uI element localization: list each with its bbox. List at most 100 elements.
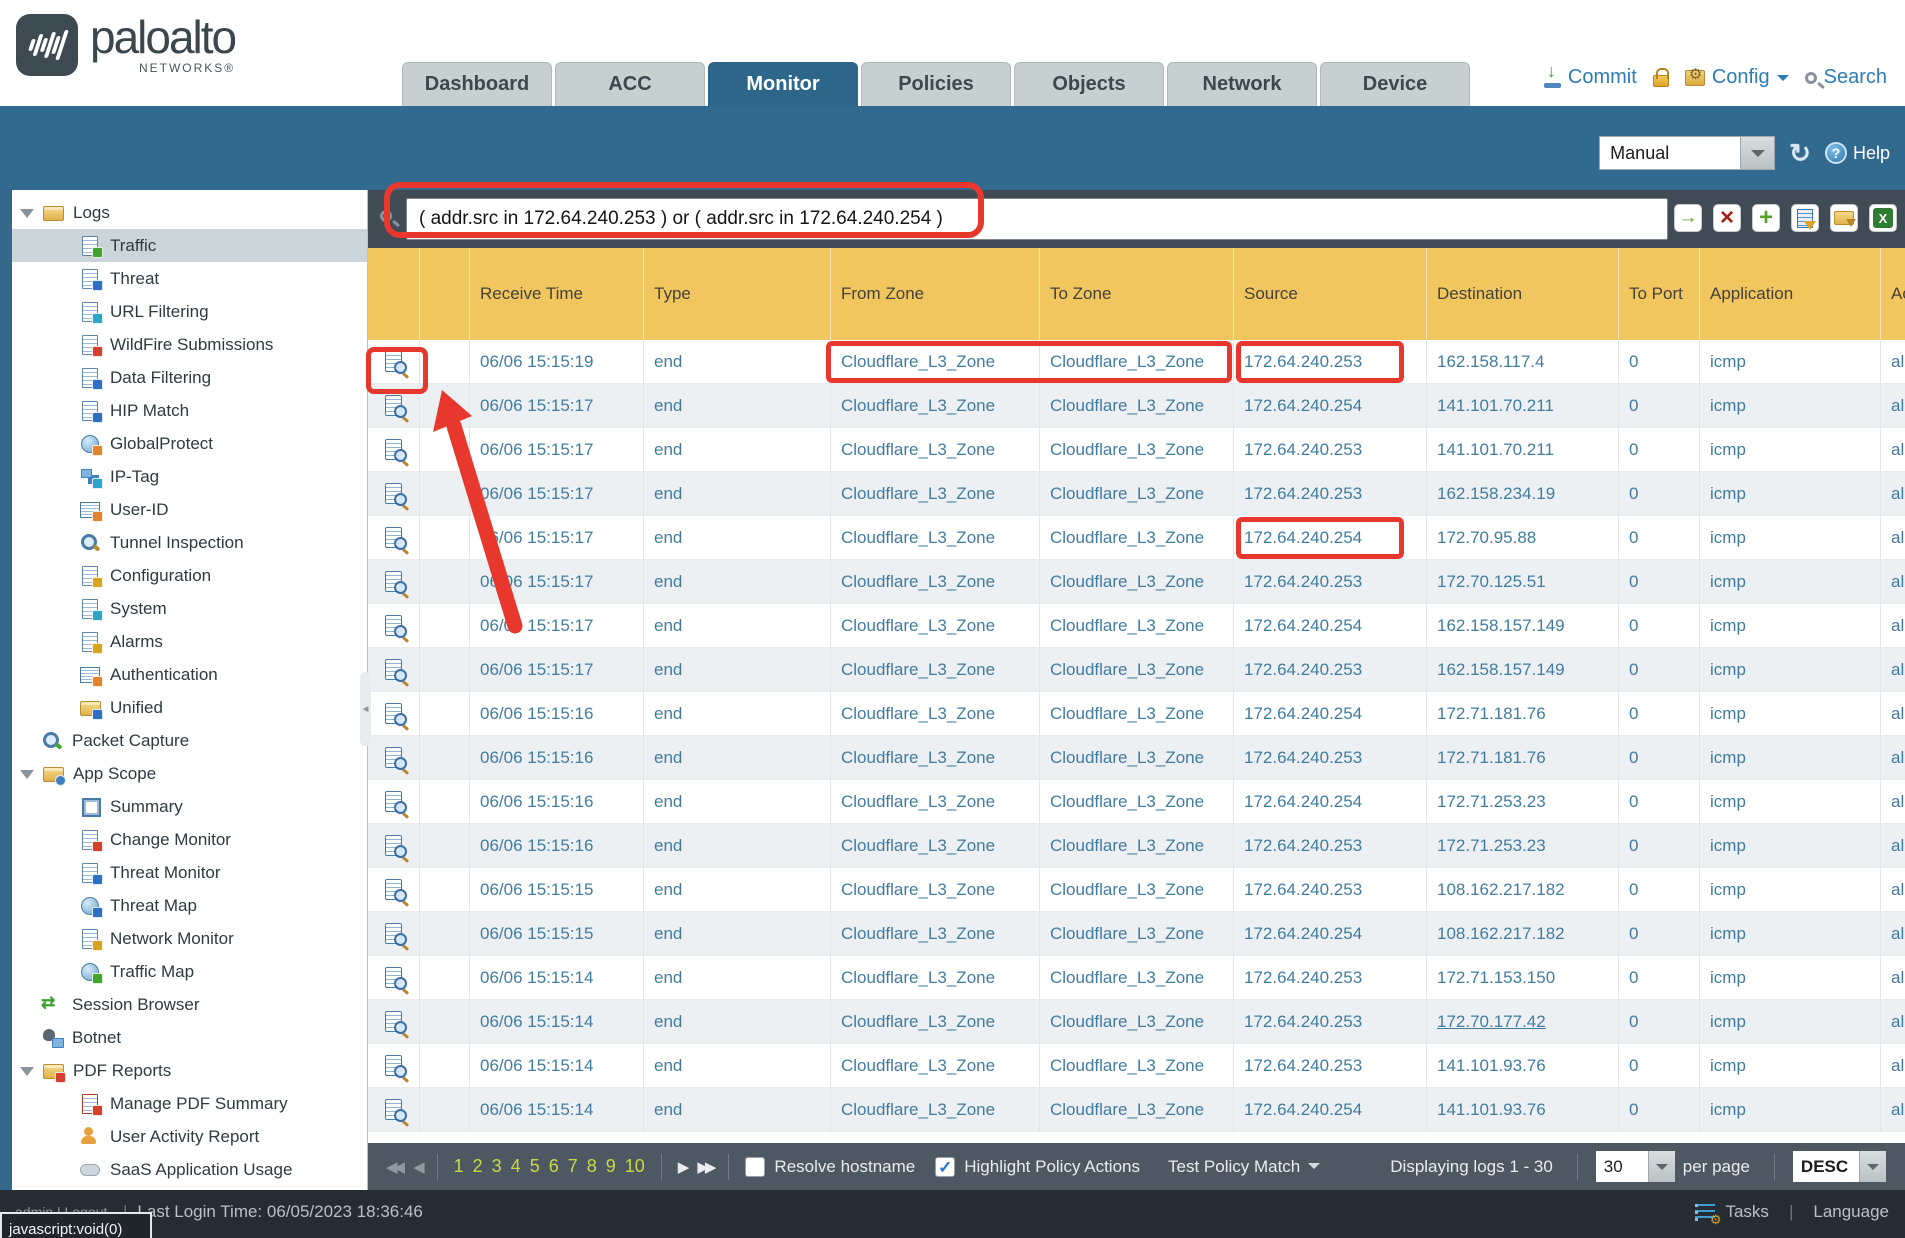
log-detail-icon[interactable] xyxy=(385,1099,402,1120)
cell-application[interactable]: icmp xyxy=(1700,736,1881,780)
cell-from-zone[interactable]: Cloudflare_L3_Zone xyxy=(831,780,1040,824)
language-button[interactable]: Language xyxy=(1813,1202,1889,1222)
page-number-1[interactable]: 1 xyxy=(454,1156,464,1177)
cell-from-zone[interactable]: Cloudflare_L3_Zone xyxy=(831,560,1040,604)
cell-destination[interactable]: 162.158.234.19 xyxy=(1427,472,1619,516)
cell-destination[interactable]: 141.101.70.211 xyxy=(1427,428,1619,472)
cell-source[interactable]: 172.64.240.253 xyxy=(1234,868,1427,912)
column-header-source[interactable]: Source xyxy=(1234,248,1427,340)
sidebar-collapse-handle[interactable]: ◄ xyxy=(360,672,371,746)
cell-source[interactable]: 172.64.240.253 xyxy=(1234,472,1427,516)
sidebar-item-threat[interactable]: Threat xyxy=(12,262,367,295)
cell-application[interactable]: icmp xyxy=(1700,1044,1881,1088)
cell-from-zone[interactable]: Cloudflare_L3_Zone xyxy=(831,648,1040,692)
clear-filter-icon[interactable] xyxy=(1713,204,1741,232)
cell-source[interactable]: 172.64.240.254 xyxy=(1234,516,1427,560)
test-policy-match-button[interactable]: Test Policy Match xyxy=(1168,1157,1320,1177)
cell-from-zone[interactable]: Cloudflare_L3_Zone xyxy=(831,340,1040,384)
page-number-6[interactable]: 6 xyxy=(549,1156,559,1177)
sidebar-item-unified[interactable]: Unified xyxy=(12,691,367,724)
refresh-mode-dropdown-icon[interactable] xyxy=(1741,136,1775,170)
cell-application[interactable]: icmp xyxy=(1700,1088,1881,1132)
cell-source[interactable]: 172.64.240.254 xyxy=(1234,1088,1427,1132)
expand-triangle-icon[interactable] xyxy=(20,770,34,786)
column-header-destination[interactable]: Destination xyxy=(1427,248,1619,340)
log-detail-icon[interactable] xyxy=(385,659,402,680)
column-header-application[interactable]: Application xyxy=(1700,248,1881,340)
cell-from-zone[interactable]: Cloudflare_L3_Zone xyxy=(831,384,1040,428)
export-to-csv-icon[interactable] xyxy=(1869,204,1897,232)
refresh-icon[interactable]: ↻ xyxy=(1789,140,1811,166)
sidebar-item-network-monitor[interactable]: Network Monitor xyxy=(12,922,367,955)
cell-destination[interactable]: 172.71.181.76 xyxy=(1427,736,1619,780)
sidebar-item-traffic[interactable]: Traffic xyxy=(12,229,367,262)
column-header-type[interactable]: Type xyxy=(644,248,831,340)
cell-application[interactable]: icmp xyxy=(1700,560,1881,604)
sidebar-item-saas-application-usage[interactable]: SaaS Application Usage xyxy=(12,1153,367,1186)
cell-application[interactable]: icmp xyxy=(1700,1000,1881,1044)
cell-application[interactable]: icmp xyxy=(1700,912,1881,956)
cell-destination[interactable]: 172.70.177.42 xyxy=(1427,1000,1619,1044)
cell-to-zone[interactable]: Cloudflare_L3_Zone xyxy=(1040,868,1234,912)
page-number-4[interactable]: 4 xyxy=(511,1156,521,1177)
cell-destination[interactable]: 172.71.253.23 xyxy=(1427,780,1619,824)
cell-from-zone[interactable]: Cloudflare_L3_Zone xyxy=(831,868,1040,912)
add-filter-icon[interactable] xyxy=(1752,204,1780,232)
cell-destination[interactable]: 172.70.95.88 xyxy=(1427,516,1619,560)
sidebar-item-url-filtering[interactable]: URL Filtering xyxy=(12,295,367,328)
cell-to-zone[interactable]: Cloudflare_L3_Zone xyxy=(1040,1044,1234,1088)
sidebar-item-packet-capture[interactable]: Packet Capture xyxy=(12,724,367,757)
cell-from-zone[interactable]: Cloudflare_L3_Zone xyxy=(831,428,1040,472)
tab-objects[interactable]: Objects xyxy=(1014,62,1164,106)
cell-source[interactable]: 172.64.240.254 xyxy=(1234,780,1427,824)
sidebar-item-tunnel-inspection[interactable]: Tunnel Inspection xyxy=(12,526,367,559)
cell-source[interactable]: 172.64.240.253 xyxy=(1234,824,1427,868)
expand-triangle-icon[interactable] xyxy=(20,1067,34,1083)
page-number-10[interactable]: 10 xyxy=(625,1156,645,1177)
sidebar-item-ip-tag[interactable]: IP-Tag xyxy=(12,460,367,493)
load-filter-icon[interactable] xyxy=(1830,204,1858,232)
cell-application[interactable]: icmp xyxy=(1700,428,1881,472)
cell-destination[interactable]: 108.162.217.182 xyxy=(1427,912,1619,956)
log-detail-icon[interactable] xyxy=(385,835,402,856)
refresh-mode-select[interactable]: Manual xyxy=(1599,136,1775,170)
log-detail-icon[interactable] xyxy=(385,571,402,592)
sidebar-item-configuration[interactable]: Configuration xyxy=(12,559,367,592)
sidebar-item-app-scope[interactable]: App Scope xyxy=(12,757,367,790)
last-page-icon[interactable]: ▶▶ xyxy=(697,1158,712,1176)
sidebar-item-session-browser[interactable]: Session Browser xyxy=(12,988,367,1021)
sidebar-item-change-monitor[interactable]: Change Monitor xyxy=(12,823,367,856)
cell-from-zone[interactable]: Cloudflare_L3_Zone xyxy=(831,824,1040,868)
sidebar-item-user-id[interactable]: User-ID xyxy=(12,493,367,526)
sort-order-select[interactable]: DESC xyxy=(1793,1151,1886,1182)
cell-from-zone[interactable]: Cloudflare_L3_Zone xyxy=(831,472,1040,516)
page-number-8[interactable]: 8 xyxy=(587,1156,597,1177)
tab-policies[interactable]: Policies xyxy=(861,62,1011,106)
cell-source[interactable]: 172.64.240.253 xyxy=(1234,736,1427,780)
log-detail-icon[interactable] xyxy=(385,615,402,636)
tab-acc[interactable]: ACC xyxy=(555,62,705,106)
cell-application[interactable]: icmp xyxy=(1700,648,1881,692)
cell-destination[interactable]: 108.162.217.182 xyxy=(1427,868,1619,912)
tab-monitor[interactable]: Monitor xyxy=(708,62,858,106)
cell-from-zone[interactable]: Cloudflare_L3_Zone xyxy=(831,1088,1040,1132)
sidebar-item-manage-pdf-summary[interactable]: Manage PDF Summary xyxy=(12,1087,367,1120)
sidebar-item-data-filtering[interactable]: Data Filtering xyxy=(12,361,367,394)
log-detail-icon[interactable] xyxy=(385,923,402,944)
log-detail-icon[interactable] xyxy=(385,703,402,724)
sidebar-item-alarms[interactable]: Alarms xyxy=(12,625,367,658)
cell-application[interactable]: icmp xyxy=(1700,824,1881,868)
log-detail-icon[interactable] xyxy=(385,967,402,988)
cell-to-zone[interactable]: Cloudflare_L3_Zone xyxy=(1040,560,1234,604)
column-header[interactable] xyxy=(368,248,420,340)
cell-source[interactable]: 172.64.240.253 xyxy=(1234,956,1427,1000)
cell-from-zone[interactable]: Cloudflare_L3_Zone xyxy=(831,736,1040,780)
cell-destination[interactable]: 172.71.181.76 xyxy=(1427,692,1619,736)
sidebar-item-botnet[interactable]: Botnet xyxy=(12,1021,367,1054)
apply-filter-icon[interactable] xyxy=(1674,204,1702,232)
cell-to-zone[interactable]: Cloudflare_L3_Zone xyxy=(1040,340,1234,384)
cell-to-zone[interactable]: Cloudflare_L3_Zone xyxy=(1040,648,1234,692)
page-number-3[interactable]: 3 xyxy=(492,1156,502,1177)
log-detail-icon[interactable] xyxy=(385,527,402,548)
column-header-from-zone[interactable]: From Zone xyxy=(831,248,1040,340)
